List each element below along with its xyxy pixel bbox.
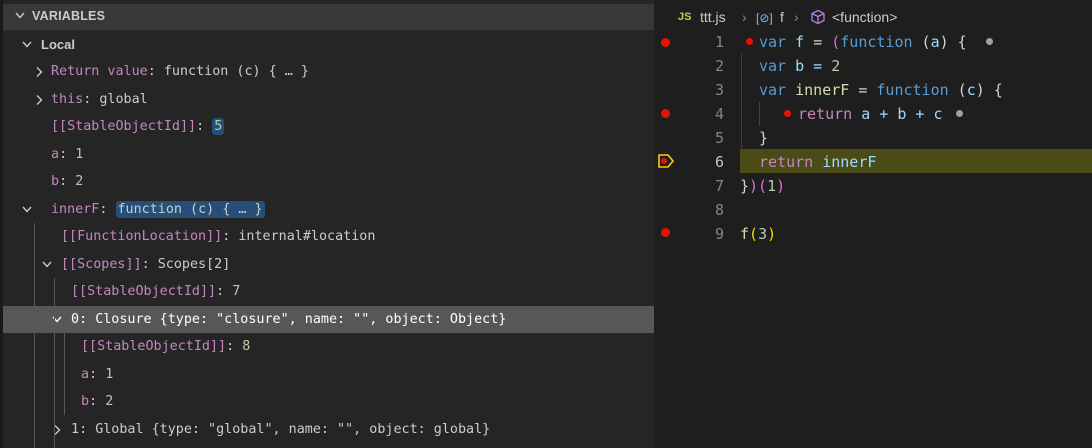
variable-name: [[StableObjectId]] — [51, 119, 197, 134]
chevron-down-icon — [52, 316, 62, 323]
variable-scopes[interactable]: [[Scopes]]: Scopes[2] — [3, 251, 654, 278]
code-text: return innerF — [759, 153, 877, 171]
line-number: 4 — [715, 105, 725, 123]
variable-stable-object-id[interactable]: [[StableObjectId]]: 7 — [3, 278, 654, 305]
code-text: var b = 2 — [759, 57, 841, 75]
variable-stable-object-id[interactable]: [[StableObjectId]]: 8 — [3, 333, 654, 360]
variable-return-value[interactable]: Return value: function (c) { … } — [3, 58, 654, 85]
variable-value: 1 — [75, 147, 84, 162]
variable-value: 7 — [232, 284, 241, 299]
scope-local[interactable]: Local — [3, 31, 654, 58]
variable-value: 2 — [75, 174, 84, 189]
variable-value: global — [99, 92, 148, 107]
code-line-4[interactable]: 4 return a + b + c — [654, 102, 1092, 126]
variables-panel: VARIABLES Local Return value: function (… — [0, 0, 654, 448]
chevron-right-icon — [54, 425, 61, 435]
code-text: return a + b + c — [798, 105, 943, 123]
breadcrumb-file[interactable]: ttt.js — [700, 9, 726, 25]
variable-value: Scopes[2] — [157, 257, 231, 272]
code-line-3[interactable]: 3 var innerF = function (c) { — [654, 78, 1092, 102]
code-text: var f = (function (a) { — [759, 33, 967, 51]
tree-guide — [64, 333, 65, 415]
variable-value: Closure {type: "closure", name: "", obje… — [95, 312, 507, 327]
code-line-9[interactable]: 9 f(3) — [654, 222, 1092, 246]
breadcrumb-function[interactable]: <function> — [832, 9, 897, 25]
variable-value: internal#location — [238, 229, 376, 244]
variable-name: b — [51, 174, 60, 189]
chevron-right-icon — [36, 67, 43, 77]
code-text: var innerF = function (c) { — [759, 81, 1003, 99]
code-line-8[interactable]: 8 — [654, 198, 1092, 222]
variable-innerf[interactable]: innerF: function (c) { … } — [3, 196, 654, 223]
code-line-2[interactable]: 2 var b = 2 — [654, 54, 1092, 78]
variable-this[interactable]: this: global — [3, 86, 654, 113]
inline-breakpoint-icon[interactable] — [956, 110, 963, 117]
variable-name: a — [81, 367, 90, 382]
variable-b[interactable]: b: 2 — [3, 168, 654, 195]
inline-breakpoint-icon[interactable] — [986, 38, 993, 45]
chevron-down-icon — [42, 261, 52, 268]
code-line-1[interactable]: 1 var f = (function (a) { — [654, 30, 1092, 54]
code-text: })(1) — [740, 177, 786, 195]
chevron-down-icon — [22, 41, 32, 48]
variable-name: [[FunctionLocation]] — [61, 229, 223, 244]
line-number: 2 — [715, 57, 725, 75]
variable-name: 0 — [71, 312, 80, 327]
tree-guide — [54, 278, 55, 448]
variable-symbol-icon: [⊘] — [756, 11, 773, 25]
code-line-6[interactable]: 6 return innerF — [654, 150, 1092, 174]
variable-b[interactable]: b: 2 — [3, 388, 654, 415]
line-number: 1 — [715, 33, 725, 51]
inline-breakpoint-icon[interactable] — [784, 110, 791, 117]
line-number: 3 — [715, 81, 725, 99]
line-number: 6 — [715, 153, 725, 171]
variable-a[interactable]: a: 1 — [3, 361, 654, 388]
line-number: 9 — [715, 225, 725, 243]
breadcrumb-symbol[interactable]: f — [780, 9, 784, 25]
breadcrumb: JS ttt.js › [⊘] f › <function> — [654, 4, 1092, 30]
chevron-right-icon — [36, 95, 43, 105]
variable-value: 5 — [212, 118, 225, 135]
line-number: 7 — [715, 177, 725, 195]
chevron-right-icon: › — [742, 9, 747, 25]
variable-closure[interactable]: 0: Closure {type: "closure", name: "", o… — [3, 306, 654, 333]
js-file-icon: JS — [678, 11, 692, 23]
line-number: 5 — [715, 129, 725, 147]
variable-name: [[StableObjectId]] — [81, 339, 227, 354]
code-line-7[interactable]: 7 })(1) — [654, 174, 1092, 198]
variable-value: Global {type: "global", name: "", object… — [95, 422, 491, 437]
variable-name: Return value — [51, 64, 148, 79]
variable-value: function (c) { … } — [163, 64, 309, 79]
code-text: f(3) — [740, 225, 777, 243]
variable-name: b — [81, 394, 90, 409]
inline-breakpoint-icon[interactable] — [746, 38, 753, 45]
line-number: 8 — [715, 201, 725, 219]
variable-name: 1 — [71, 422, 80, 437]
variable-name: [[Scopes]] — [61, 257, 142, 272]
variable-a[interactable]: a: 1 — [3, 141, 654, 168]
variable-name: a — [51, 147, 60, 162]
variable-name: [[StableObjectId]] — [71, 284, 217, 299]
variables-header[interactable]: VARIABLES — [3, 4, 654, 30]
function-cube-icon — [811, 9, 825, 25]
variable-function-location[interactable]: [[FunctionLocation]]: internal#location — [3, 223, 654, 250]
variable-stable-object-id[interactable]: [[StableObjectId]]: 5 — [3, 113, 654, 140]
variable-global[interactable]: 1: Global {type: "global", name: "", obj… — [3, 416, 654, 443]
variable-value: 1 — [105, 367, 114, 382]
variable-value: 2 — [105, 394, 114, 409]
code-line-5[interactable]: 5 } — [654, 126, 1092, 150]
chevron-down-icon — [15, 12, 25, 19]
variables-title: VARIABLES — [32, 9, 106, 23]
chevron-down-icon — [22, 206, 32, 213]
code-text: } — [759, 129, 769, 147]
variable-value: function (c) { … } — [115, 201, 265, 218]
variable-value: 8 — [242, 339, 251, 354]
tree-guide — [34, 223, 35, 448]
chevron-right-icon: › — [794, 9, 799, 25]
scope-label: Local — [41, 37, 75, 52]
variable-name: this — [51, 92, 84, 107]
variable-name: innerF — [51, 202, 100, 217]
